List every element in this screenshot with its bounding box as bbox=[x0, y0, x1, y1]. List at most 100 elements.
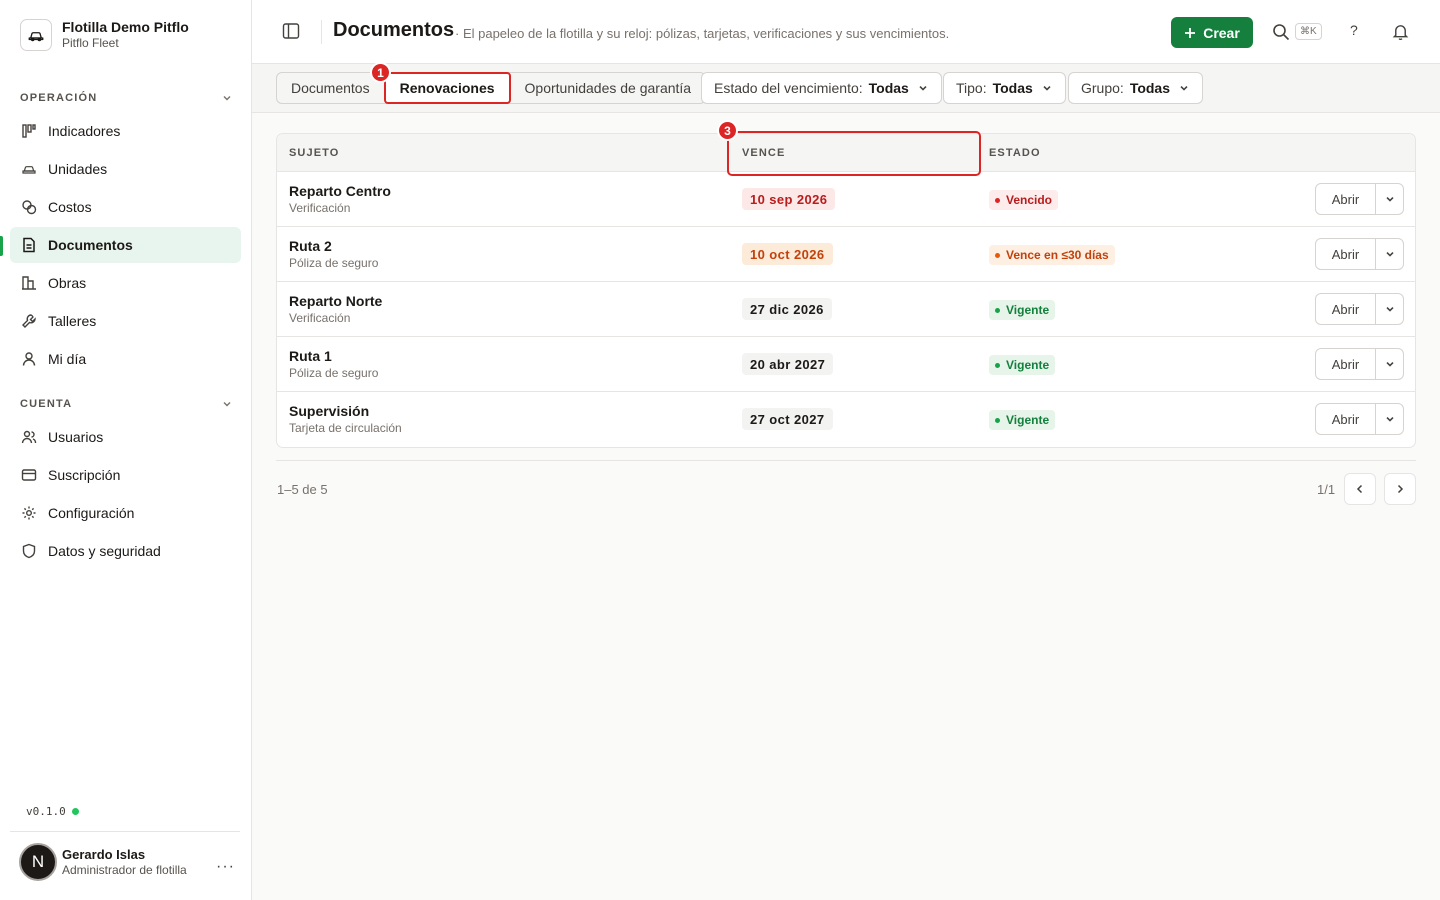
subject-type: Póliza de seguro bbox=[289, 366, 379, 380]
section-cuenta-label: CUENTA bbox=[20, 398, 73, 410]
sidebar-item-label: Indicadores bbox=[48, 123, 121, 139]
status-dot bbox=[995, 417, 1000, 423]
sidebar-item-datos-seguridad[interactable]: Datos y seguridad bbox=[10, 533, 241, 569]
shortcut-hint: ⌘K bbox=[1295, 23, 1322, 40]
chevron-down-icon bbox=[1385, 417, 1394, 422]
chevron-down-icon bbox=[1043, 86, 1051, 91]
section-operacion[interactable]: OPERACIÓN bbox=[20, 92, 232, 104]
chevron-left-icon bbox=[1356, 484, 1363, 494]
document-icon bbox=[20, 237, 37, 254]
status-badge: Vence en ≤30 días bbox=[989, 245, 1115, 265]
sidebar-item-documentos[interactable]: Documentos bbox=[10, 227, 241, 263]
due-date-badge: 27 dic 2026 bbox=[742, 298, 832, 320]
sidebar-item-obras[interactable]: Obras bbox=[10, 265, 241, 301]
open-menu-button[interactable] bbox=[1376, 239, 1403, 269]
sidebar-item-label: Unidades bbox=[48, 161, 108, 177]
row-subject: Ruta 2 Póliza de seguro bbox=[289, 238, 378, 271]
tab-renovaciones[interactable]: Renovaciones bbox=[383, 72, 511, 104]
column-sujeto[interactable]: SUJETO bbox=[289, 147, 339, 159]
car-icon bbox=[20, 161, 37, 178]
bell-icon[interactable] bbox=[1392, 23, 1409, 40]
section-operacion-label: OPERACIÓN bbox=[20, 92, 98, 104]
version-text: v0.1.0 bbox=[26, 805, 66, 818]
row-subject: Supervisión Tarjeta de circulación bbox=[289, 403, 402, 436]
open-button[interactable]: Abrir bbox=[1316, 239, 1376, 269]
next-page-button[interactable] bbox=[1384, 473, 1416, 505]
sidebar-item-mi-dia[interactable]: Mi día bbox=[10, 341, 241, 377]
sidebar-item-label: Documentos bbox=[48, 237, 133, 253]
search-icon[interactable] bbox=[1272, 23, 1290, 41]
filter-label: Grupo: bbox=[1081, 80, 1124, 96]
plus-icon bbox=[1185, 27, 1196, 38]
create-button[interactable]: Crear bbox=[1171, 17, 1253, 48]
table-row[interactable]: Ruta 1 Póliza de seguro 20 abr 2027 Vigente… bbox=[277, 337, 1415, 392]
sidebar: Flotilla Demo Pitflo Pitflo Fleet OPERAC… bbox=[0, 0, 252, 900]
column-highlight bbox=[727, 131, 981, 176]
chevron-down-icon bbox=[1385, 197, 1394, 202]
filter-estado-vencimiento[interactable]: Estado del vencimiento: Todas bbox=[701, 72, 942, 104]
due-date-badge: 10 oct 2026 bbox=[742, 243, 833, 265]
open-button[interactable]: Abrir bbox=[1316, 404, 1376, 434]
toolbar: Documentos Renovaciones Oportunidades de… bbox=[252, 62, 1440, 113]
table-row[interactable]: Reparto Norte Verificación 27 dic 2026 Vige… bbox=[277, 282, 1415, 337]
avatar: N bbox=[19, 843, 57, 881]
sidebar-item-indicadores[interactable]: Indicadores bbox=[10, 113, 241, 149]
car-icon bbox=[20, 18, 52, 51]
sidebar-toggle-icon[interactable] bbox=[282, 22, 300, 40]
prev-page-button[interactable] bbox=[1344, 473, 1376, 505]
org-switcher[interactable]: Flotilla Demo Pitflo Pitflo Fleet bbox=[20, 18, 189, 51]
open-menu-button[interactable] bbox=[1376, 404, 1403, 434]
tab-oportunidades-garantia[interactable]: Oportunidades de garantía bbox=[511, 73, 706, 103]
column-estado[interactable]: ESTADO bbox=[989, 147, 1041, 159]
open-menu-button[interactable] bbox=[1376, 184, 1403, 214]
status-dot bbox=[995, 197, 1000, 203]
table-row[interactable]: Supervisión Tarjeta de circulación 27 oct … bbox=[277, 392, 1415, 447]
filter-tipo[interactable]: Tipo: Todas bbox=[943, 72, 1066, 104]
status-badge: Vencido bbox=[989, 190, 1059, 210]
subject-type: Verificación bbox=[289, 311, 351, 325]
open-menu-button[interactable] bbox=[1376, 349, 1403, 379]
open-split-button: Abrir bbox=[1315, 348, 1404, 380]
table-row[interactable]: Ruta 2 Póliza de seguro 10 oct 2026 Vence e… bbox=[277, 227, 1415, 282]
status-badge: Vigente bbox=[989, 300, 1056, 320]
tab-documentos[interactable]: Documentos bbox=[277, 73, 384, 103]
filter-label: Estado del vencimiento: bbox=[714, 80, 863, 96]
page-indicator: 1/1 bbox=[1317, 482, 1336, 497]
help-button[interactable]: ? bbox=[1350, 22, 1358, 38]
table-header: SUJETO VENCE ESTADO 3 bbox=[277, 120, 1415, 176]
table-row[interactable]: Reparto Centro Verificación 10 sep 2026 Ven… bbox=[277, 172, 1415, 227]
more-icon[interactable]: ··· bbox=[216, 858, 235, 876]
chevron-right-icon bbox=[1397, 484, 1404, 494]
building-icon bbox=[20, 275, 37, 292]
open-menu-button[interactable] bbox=[1376, 294, 1403, 324]
sidebar-item-suscripcion[interactable]: Suscripción bbox=[10, 457, 241, 493]
user-card[interactable]: N Gerardo Islas Administrador de flotill… bbox=[19, 843, 187, 881]
status-label: Vigente bbox=[1006, 413, 1050, 427]
app-version: v0.1.0 bbox=[26, 805, 79, 818]
chevron-down-icon bbox=[919, 86, 927, 91]
section-cuenta[interactable]: CUENTA bbox=[20, 398, 232, 410]
due-date-badge: 20 abr 2027 bbox=[742, 353, 834, 375]
open-button[interactable]: Abrir bbox=[1316, 349, 1376, 379]
sidebar-item-usuarios[interactable]: Usuarios bbox=[10, 419, 241, 455]
card-icon bbox=[20, 467, 37, 484]
open-button[interactable]: Abrir bbox=[1316, 294, 1376, 324]
open-button[interactable]: Abrir bbox=[1316, 184, 1376, 214]
divider bbox=[321, 20, 322, 44]
status-badge: Vigente bbox=[989, 410, 1056, 430]
sidebar-item-unidades[interactable]: Unidades bbox=[10, 151, 241, 187]
status-dot bbox=[71, 808, 79, 815]
page-description: · El papeleo de la flotilla y su reloj: … bbox=[455, 26, 950, 41]
sidebar-item-talleres[interactable]: Talleres bbox=[10, 303, 241, 339]
page-title: Documentos bbox=[333, 19, 455, 41]
subject-name: Supervisión bbox=[289, 403, 370, 419]
row-subject: Ruta 1 Póliza de seguro bbox=[289, 348, 378, 381]
filter-grupo[interactable]: Grupo: Todas bbox=[1068, 72, 1204, 104]
sidebar-item-configuracion[interactable]: Configuración bbox=[10, 495, 241, 531]
annotation-marker-3: 3 bbox=[717, 120, 738, 141]
status-label: Vencido bbox=[1006, 193, 1053, 207]
chevron-down-icon bbox=[1385, 307, 1394, 312]
open-split-button: Abrir bbox=[1315, 183, 1404, 215]
users-icon bbox=[20, 429, 37, 446]
sidebar-item-costos[interactable]: Costos bbox=[10, 189, 241, 225]
